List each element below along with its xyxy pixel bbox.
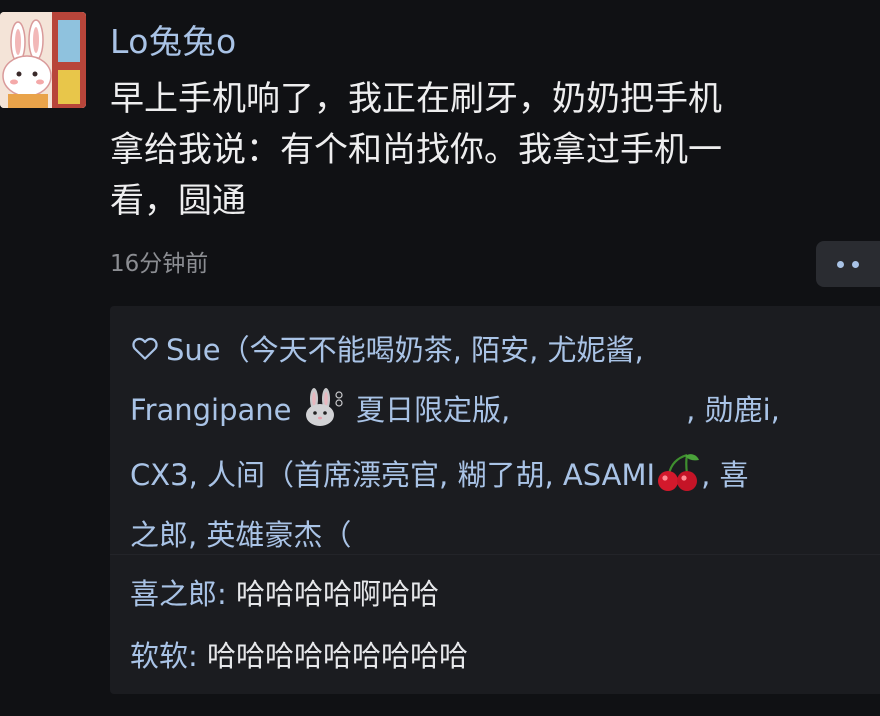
comment-separator: : [188,639,208,673]
likes-row: Sue（今天不能喝奶茶, 陌安, 尤妮酱, [130,320,860,380]
like-name[interactable]: 夏日限定版, [356,393,510,427]
rabbit-emoji-icon [305,388,343,426]
comment-content: 哈哈哈哈哈哈哈哈哈 [207,639,469,673]
comment[interactable]: 喜之郎: 哈哈哈哈啊哈哈 [130,570,439,618]
comment-separator: : [217,577,237,611]
avatar-image [0,12,86,108]
post-timestamp: 16分钟前 [110,251,209,277]
like-name[interactable]: Frangipane [130,393,292,427]
post-text-line: 拿给我说：有个和尚找你。我拿过手机一 [110,130,722,170]
divider [110,554,880,555]
likes-list: Sue（今天不能喝奶茶, 陌安, 尤妮酱, Frangipane 夏日限定版,,… [130,320,860,565]
interaction-panel: Sue（今天不能喝奶茶, 陌安, 尤妮酱, Frangipane 夏日限定版,,… [110,306,880,694]
comment[interactable]: 软软: 哈哈哈哈哈哈哈哈哈 [130,632,468,680]
more-dots-icon [852,260,859,268]
more-dots-icon [837,260,844,268]
avatar[interactable] [0,12,86,108]
heart-icon [132,337,158,360]
post-author[interactable]: Lo兔兔o [110,18,237,66]
comment-author[interactable]: 喜之郎 [130,577,217,611]
likes-row: Frangipane 夏日限定版, , 勋鹿i, [130,380,860,440]
comment-author[interactable]: 软软 [130,639,188,673]
more-actions-button[interactable] [816,241,880,287]
post-text-line: 早上手机响了，我正在刷牙，奶奶把手机 [110,79,722,119]
post-text-line: 看，圆通 [110,181,246,221]
cherry-emoji-icon [658,453,700,491]
like-names[interactable]: , 喜 [701,458,748,492]
like-names[interactable]: CX3, 人间（首席漂亮官, 糊了胡, ASAMI [130,458,655,492]
like-names[interactable]: Sue（今天不能喝奶茶, 陌安, 尤妮酱, [166,333,644,367]
post-text: 早上手机响了，我正在刷牙，奶奶把手机 拿给我说：有个和尚找你。我拿过手机一 看，… [110,74,852,227]
like-names[interactable]: 之郎, 英雄豪杰（ [130,518,351,552]
likes-row: 之郎, 英雄豪杰（ [130,505,860,565]
likes-row: CX3, 人间（首席漂亮官, 糊了胡, ASAMI , 喜 [130,445,860,505]
like-name[interactable]: , 勋鹿i, [686,393,780,427]
comment-content: 哈哈哈哈啊哈哈 [236,577,440,611]
